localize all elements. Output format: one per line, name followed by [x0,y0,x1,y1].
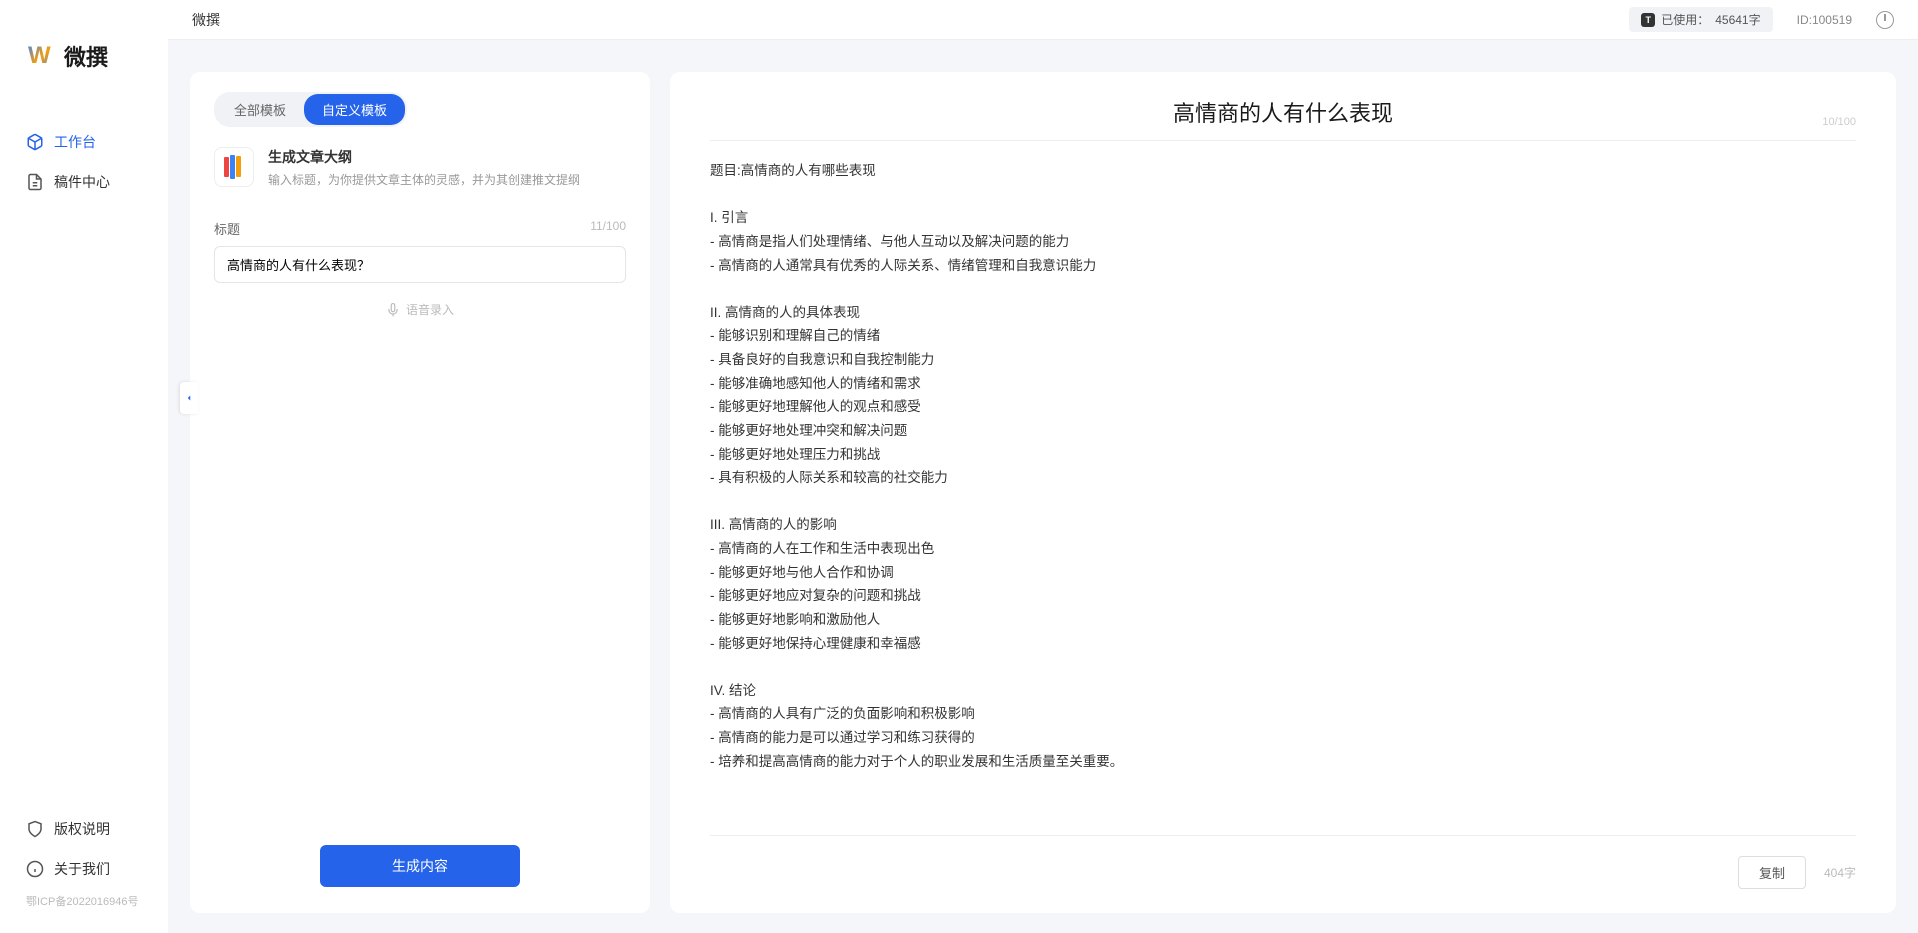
voice-input-row[interactable]: 语音录入 [214,301,626,318]
tab-all-templates[interactable]: 全部模板 [216,94,304,125]
document-icon [26,173,44,191]
output-word-count: 404字 [1824,864,1856,881]
shield-icon [26,820,44,838]
title-input[interactable] [214,246,626,283]
right-panel: 高情商的人有什么表现 10/100 题目:高情商的人有哪些表现 I. 引言 - … [670,72,1896,913]
info-icon [26,860,44,878]
sidebar-footer: 版权说明 关于我们 鄂ICP备2022016946号 [0,809,168,933]
text-icon: T [1641,13,1655,27]
title-label: 标题 [214,219,240,238]
tab-custom-templates[interactable]: 自定义模板 [304,94,405,125]
main-content: 全部模板 自定义模板 生成文章大纲 输入标题，为你提供文章主体的灵感，并为其创建… [168,40,1918,933]
template-name: 生成文章大纲 [268,147,580,167]
generate-button[interactable]: 生成内容 [320,845,520,887]
nav-workspace[interactable]: 工作台 [0,122,168,162]
voice-label: 语音录入 [406,301,454,318]
title-char-count: 11/100 [590,219,626,238]
output-body[interactable]: 题目:高情商的人有哪些表现 I. 引言 - 高情商是指人们处理情绪、与他人互动以… [710,159,1856,823]
icp-number: 鄂ICP备2022016946号 [0,889,168,913]
collapse-handle[interactable] [180,382,198,414]
user-id: ID:100519 [1797,13,1852,27]
title-label-row: 标题 11/100 [214,219,626,238]
copy-button[interactable]: 复制 [1738,856,1806,889]
footer-about[interactable]: 关于我们 [0,849,168,889]
output-footer: 复制 404字 [710,835,1856,889]
brand-text: 微撰 [64,40,108,72]
template-info: 生成文章大纲 输入标题，为你提供文章主体的灵感，并为其创建推文提纲 [268,147,580,189]
sidebar: W 微撰 工作台 稿件中心 版权说明 关于我们 [0,0,168,933]
footer-label: 版权说明 [54,819,110,839]
usage-badge[interactable]: T 已使用： 45641字 [1629,7,1772,32]
footer-copyright[interactable]: 版权说明 [0,809,168,849]
nav-label: 工作台 [54,132,96,152]
mic-icon [386,303,400,317]
brand-logo: W 微撰 [0,0,168,92]
cube-icon [26,133,44,151]
usage-label: 已使用： [1661,11,1709,28]
template-tabs: 全部模板 自定义模板 [214,92,407,127]
nav-menu: 工作台 稿件中心 [0,92,168,232]
logo-icon: W [28,42,56,70]
output-title: 高情商的人有什么表现 [710,96,1856,128]
template-desc: 输入标题，为你提供文章主体的灵感，并为其创建推文提纲 [268,171,580,189]
nav-label: 稿件中心 [54,172,110,192]
footer-label: 关于我们 [54,859,110,879]
top-header: 微撰 T 已使用： 45641字 ID:100519 [168,0,1918,40]
page-title: 微撰 [192,10,220,30]
left-panel: 全部模板 自定义模板 生成文章大纲 输入标题，为你提供文章主体的灵感，并为其创建… [190,72,650,913]
output-header: 高情商的人有什么表现 10/100 [710,96,1856,141]
power-icon[interactable] [1876,11,1894,29]
usage-value: 45641字 [1715,11,1760,28]
output-title-count: 10/100 [1822,116,1856,128]
header-right: T 已使用： 45641字 ID:100519 [1629,7,1894,32]
books-icon [214,147,254,187]
nav-drafts[interactable]: 稿件中心 [0,162,168,202]
template-card: 生成文章大纲 输入标题，为你提供文章主体的灵感，并为其创建推文提纲 [214,147,626,189]
